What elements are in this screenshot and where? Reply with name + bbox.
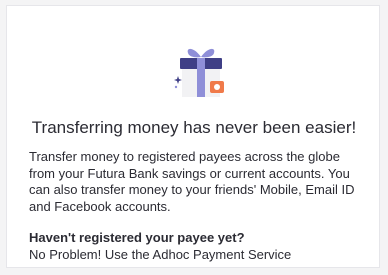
gift-box-icon xyxy=(174,48,224,97)
payee-question: Haven't registered your payee yet? xyxy=(29,230,245,245)
description-line: can also transfer money to your friends'… xyxy=(29,182,355,197)
description-line: and Facebook accounts. xyxy=(29,198,171,214)
page-title: Transferring money has never been easier… xyxy=(31,118,357,137)
adhoc-payment-hint: No Problem! Use the Adhoc Payment Servic… xyxy=(29,247,292,262)
description-line: Transfer money to registered payees acro… xyxy=(29,149,340,164)
description-line: from your Futura Bank savings or current… xyxy=(29,165,350,181)
transfer-description: Transfer money to registered payees acro… xyxy=(29,149,374,215)
adhoc-payment-info-card: Transferring money has never been easier… xyxy=(6,5,380,268)
